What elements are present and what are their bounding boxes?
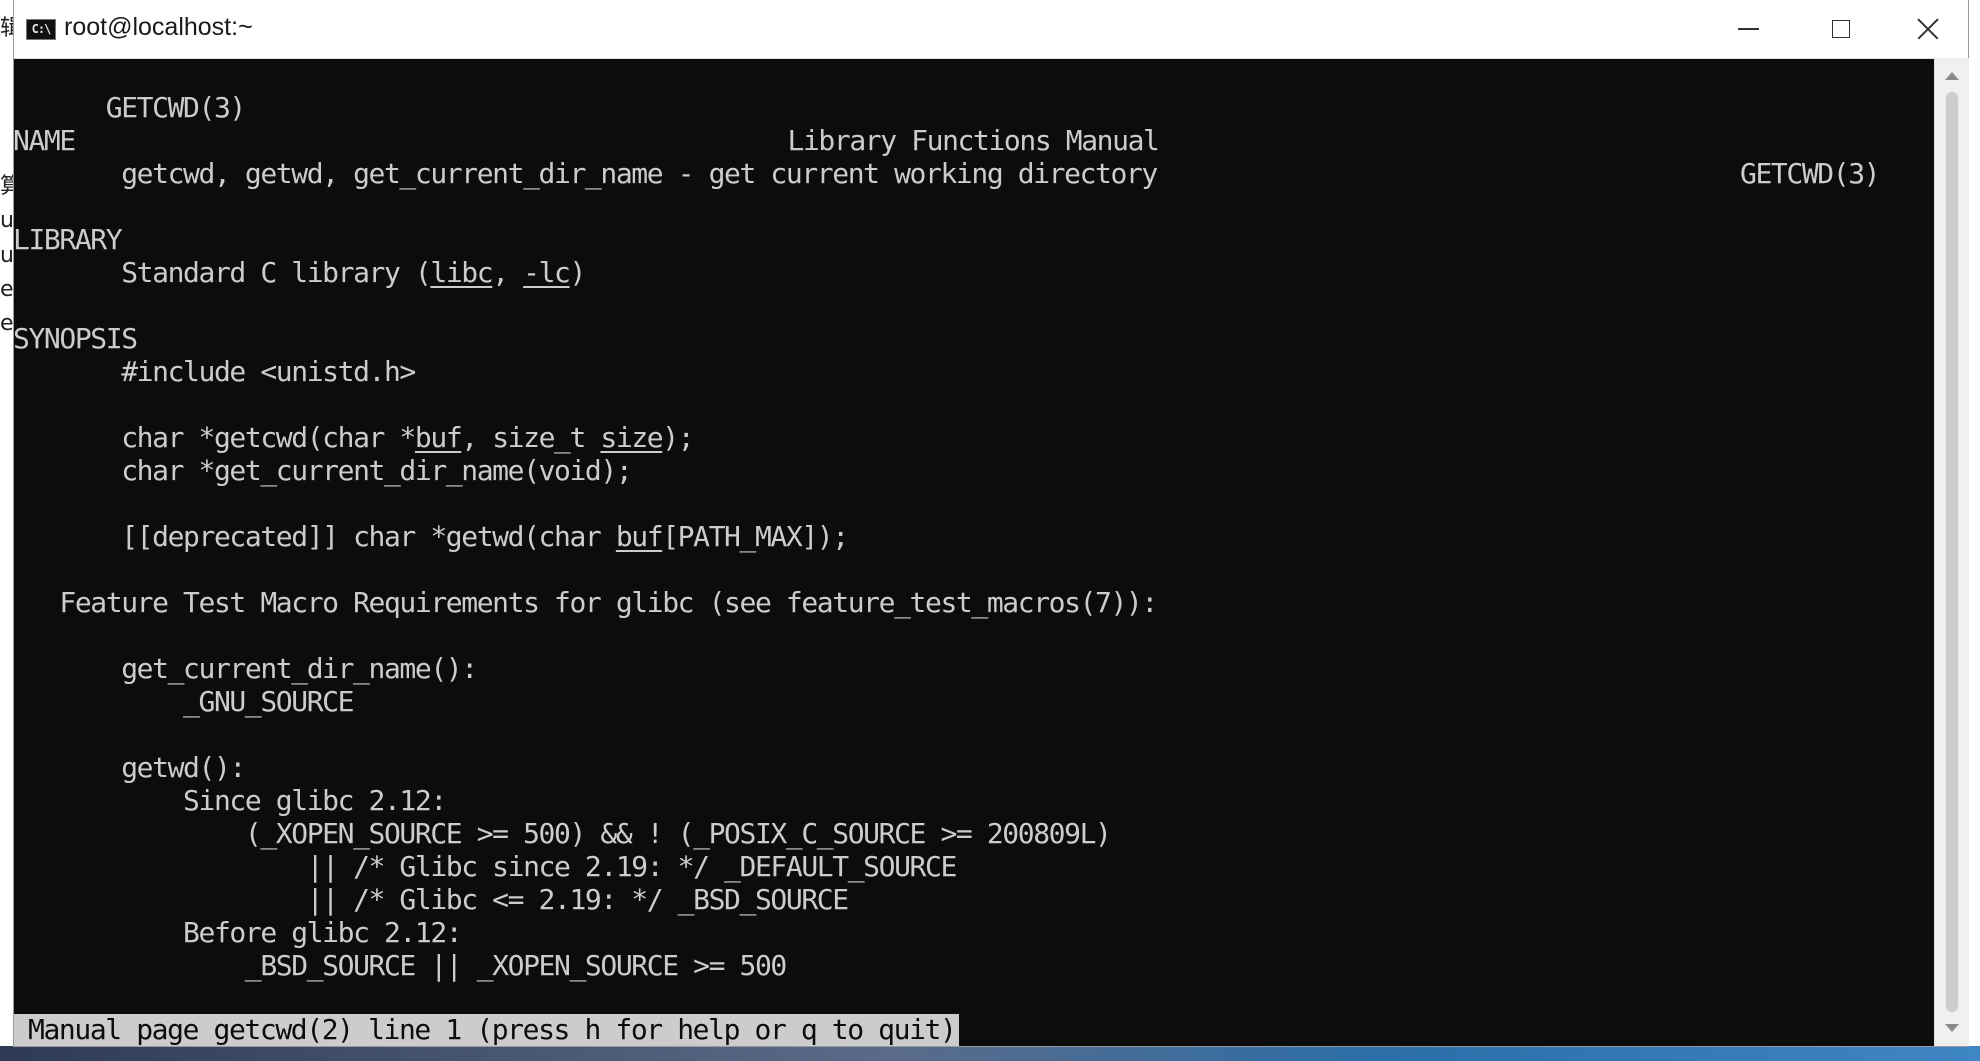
background-text: e — [0, 277, 14, 302]
desktop-background — [0, 1046, 1980, 1061]
minimize-icon — [1737, 28, 1759, 30]
ftm-requirement: Before glibc 2.12: — [14, 916, 463, 949]
pager-status-prompt: Manual page getcwd(2) line 1 (press h fo… — [14, 1014, 960, 1046]
background-app-edge: 辑 算 u u e e — [0, 0, 14, 1061]
library-link-flag: -lc — [523, 256, 571, 289]
proto-text: [[deprecated]] char *getwd(char — [14, 520, 616, 553]
section-heading-library: LIBRARY — [14, 223, 123, 256]
scroll-down-icon[interactable] — [1945, 1024, 1959, 1032]
man-header: GETCWD(3) Library Functions Manual GETCW… — [14, 58, 1933, 190]
library-line: Standard C library (libc, -lc) — [14, 256, 587, 289]
ftm-requirement: Since glibc 2.12: — [14, 784, 447, 817]
background-text: u — [0, 208, 14, 233]
ftm-requirement: || /* Glibc <= 2.19: */ _BSD_SOURCE — [14, 883, 849, 916]
vertical-scrollbar[interactable] — [1934, 58, 1969, 1046]
proto-arg-buf: buf — [615, 520, 664, 553]
ftm-requirement: (_XOPEN_SOURCE >= 500) && ! (_POSIX_C_SO… — [14, 817, 1112, 850]
ftm-requirement: || /* Glibc since 2.19: */ _DEFAULT_SOUR… — [14, 850, 958, 883]
synopsis-get-current-dir-name: char *get_current_dir_name(void); — [14, 454, 633, 487]
background-text: u — [0, 243, 14, 268]
scrollbar-thumb[interactable] — [1946, 92, 1958, 1012]
man-header-left: GETCWD(3) — [105, 91, 247, 124]
proto-text: ); — [662, 421, 694, 454]
man-header-center: Library Functions Manual — [787, 124, 1160, 157]
ftm-function: getwd(): — [14, 751, 246, 784]
window-title: root@localhost:~ — [64, 13, 253, 41]
library-separator: , — [492, 256, 524, 289]
ftm-function: get_current_dir_name(): — [14, 652, 478, 685]
proto-text: char *getcwd(char * — [14, 421, 416, 454]
minimize-button[interactable] — [1702, 0, 1794, 58]
synopsis-include: #include <unistd.h> — [14, 355, 416, 388]
ftm-heading: Feature Test Macro Requirements for glib… — [14, 586, 1158, 619]
ftm-requirement: _GNU_SOURCE — [14, 685, 354, 718]
close-icon — [1917, 18, 1939, 40]
background-text: 辑 — [0, 16, 14, 41]
background-text: e — [0, 311, 14, 336]
console-window: C:\ root@localhost:~ GETCWD(3) Library F… — [14, 0, 1969, 1046]
library-libc: libc — [430, 256, 493, 289]
section-heading-synopsis: SYNOPSIS — [14, 322, 138, 355]
proto-text: , size_t — [461, 421, 601, 454]
section-heading-name: NAME — [14, 124, 76, 157]
close-button[interactable] — [1888, 0, 1968, 58]
name-description: getcwd, getwd, get_current_dir_name - ge… — [14, 157, 1158, 190]
title-bar[interactable]: C:\ root@localhost:~ — [14, 0, 1968, 59]
maximize-button[interactable] — [1795, 0, 1887, 58]
proto-arg-size: size — [600, 421, 663, 454]
terminal-output[interactable]: GETCWD(3) Library Functions Manual GETCW… — [14, 58, 1934, 1046]
synopsis-getwd: [[deprecated]] char *getwd(char buf[PATH… — [14, 520, 849, 553]
console-icon[interactable]: C:\ — [26, 19, 56, 40]
proto-arg-buf: buf — [414, 421, 463, 454]
maximize-icon — [1832, 20, 1850, 38]
scroll-up-icon[interactable] — [1945, 72, 1959, 80]
background-text: 算 — [0, 174, 14, 199]
library-suffix: ) — [569, 256, 587, 289]
proto-text: [PATH_MAX]); — [662, 520, 849, 553]
library-text: Standard C library ( — [14, 256, 432, 289]
man-header-right: GETCWD(3) — [1740, 157, 1881, 190]
synopsis-getcwd: char *getcwd(char *buf, size_t size); — [14, 421, 694, 454]
ftm-requirement: _BSD_SOURCE || _XOPEN_SOURCE >= 500 — [14, 949, 787, 982]
